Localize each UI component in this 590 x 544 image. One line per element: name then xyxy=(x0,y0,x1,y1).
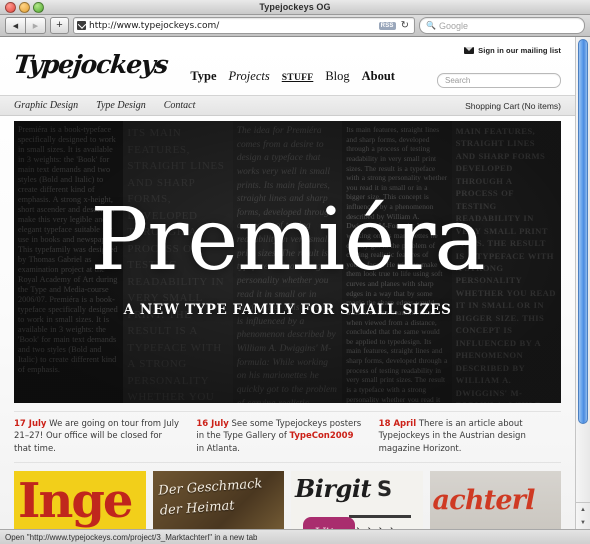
scrollbar-arrows: ▲ ▼ xyxy=(576,502,590,529)
nav-item-blog[interactable]: Blog xyxy=(325,69,349,84)
page-viewport: Typejockeys Type Projects STUFF Blog Abo… xyxy=(0,37,590,529)
navigation-buttons: ◀ ▶ xyxy=(5,17,46,34)
project-thumbnail-inge[interactable]: Inge xyxy=(14,470,146,529)
news-date: 17 July xyxy=(14,419,47,429)
main-navigation: Type Projects STUFF Blog About xyxy=(190,69,395,84)
project-thumbnails: Inge Der Geschmackder Heimat Birgit S →→… xyxy=(14,470,561,529)
rss-badge[interactable]: RSS xyxy=(378,21,396,30)
news-section: 17 July We are going on tour from July 2… xyxy=(14,411,561,463)
site-header: Typejockeys Type Projects STUFF Blog Abo… xyxy=(0,37,575,95)
news-link-typecon2009[interactable]: TypeCon2009 xyxy=(290,431,354,441)
browser-window: Typejockeys OG ◀ ▶ + http://www.typejock… xyxy=(0,0,590,544)
window-title: Typejockeys OG xyxy=(259,2,331,12)
hero-title: Premiéra xyxy=(90,190,485,291)
forward-button[interactable]: ▶ xyxy=(25,17,46,34)
subnav-item-contact[interactable]: Contact xyxy=(164,100,196,111)
status-bar: Open "http://www.typejockeys.com/project… xyxy=(0,529,590,544)
search-icon: 🔍 xyxy=(426,21,436,30)
thumbnail-label: Birgit xyxy=(295,473,372,503)
hero-banner[interactable]: Premiéra is a book-typeface specifically… xyxy=(14,121,561,403)
news-item: 16 July See some Typejockeys posters in … xyxy=(196,418,378,455)
nav-item-projects[interactable]: Projects xyxy=(229,69,270,84)
news-text-after: in Atlanta. xyxy=(196,443,240,454)
thumbnail-line2: der Heimat xyxy=(158,497,235,519)
status-text: Open "http://www.typejockeys.com/project… xyxy=(5,532,258,542)
new-tab-button[interactable]: + xyxy=(50,17,69,34)
thumbnail-label: Inge xyxy=(18,472,133,529)
thumbnail-label: Der Geschmack der Heimat xyxy=(157,474,264,520)
web-page: Typejockeys Type Projects STUFF Blog Abo… xyxy=(0,37,575,529)
subnav-item-type-design[interactable]: Type Design xyxy=(96,100,146,111)
reload-icon[interactable]: ↻ xyxy=(399,20,411,31)
address-bar[interactable]: http://www.typejockeys.com/ RSS ↻ xyxy=(73,17,415,34)
site-search-input[interactable]: Search xyxy=(437,73,561,88)
project-thumbnail-achterl[interactable]: achterl xyxy=(429,470,561,529)
arrow-icons: →→→→ xyxy=(351,523,396,529)
thumbnail-rule xyxy=(349,514,411,518)
shopping-cart-status[interactable]: Shopping Cart (No items) xyxy=(465,101,561,111)
project-thumbnail-geschmack[interactable]: Der Geschmack der Heimat xyxy=(152,470,284,529)
back-button[interactable]: ◀ xyxy=(5,17,25,34)
hero-content: Premiéra A NEW TYPE FAMILY FOR SMALL SIZ… xyxy=(14,121,561,403)
thumbnail-badge: Vito xyxy=(303,516,355,529)
mailing-list-link[interactable]: Sign in our mailing list xyxy=(464,46,561,55)
browser-toolbar: ◀ ▶ + http://www.typejockeys.com/ RSS ↻ … xyxy=(0,15,590,37)
url-text: http://www.typejockeys.com/ xyxy=(89,20,220,31)
nav-item-stuff[interactable]: STUFF xyxy=(282,73,314,83)
secondary-navigation: Graphic Design Type Design Contact Shopp… xyxy=(0,95,575,116)
scroll-down-button[interactable]: ▼ xyxy=(576,516,590,529)
site-search-placeholder: Search xyxy=(445,76,471,85)
subnav-item-graphic-design[interactable]: Graphic Design xyxy=(14,100,78,111)
news-date: 18 April xyxy=(378,419,417,429)
nav-item-type[interactable]: Type xyxy=(190,69,216,84)
scroll-up-button[interactable]: ▲ xyxy=(576,503,590,516)
thumbnail-line1: Der Geschmack xyxy=(157,476,263,499)
thumbnail-label: achterl xyxy=(432,484,536,516)
mailing-list-label: Sign in our mailing list xyxy=(478,46,561,55)
vertical-scrollbar[interactable]: ▲ ▼ xyxy=(575,37,590,529)
nav-item-about[interactable]: About xyxy=(362,69,395,84)
header-right: Sign in our mailing list Search xyxy=(437,43,561,88)
project-thumbnail-birgit[interactable]: Birgit S →→→→ Vito xyxy=(291,470,423,529)
favicon-icon xyxy=(77,19,86,30)
news-item: 18 April There is an article about Typej… xyxy=(379,418,561,455)
envelope-icon xyxy=(464,47,475,54)
title-bar: Typejockeys OG xyxy=(0,0,590,15)
news-date: 16 July xyxy=(196,419,229,429)
news-item: 17 July We are going on tour from July 2… xyxy=(14,418,196,455)
scrollbar-thumb[interactable] xyxy=(578,39,588,424)
hero-subtitle: A NEW TYPE FAMILY FOR SMALL SIZES xyxy=(123,301,452,318)
thumbnail-superscript: S xyxy=(377,476,393,501)
browser-search-field[interactable]: 🔍 Google xyxy=(419,17,585,34)
browser-search-placeholder: Google xyxy=(438,20,468,31)
site-logo[interactable]: Typejockeys xyxy=(12,50,168,79)
